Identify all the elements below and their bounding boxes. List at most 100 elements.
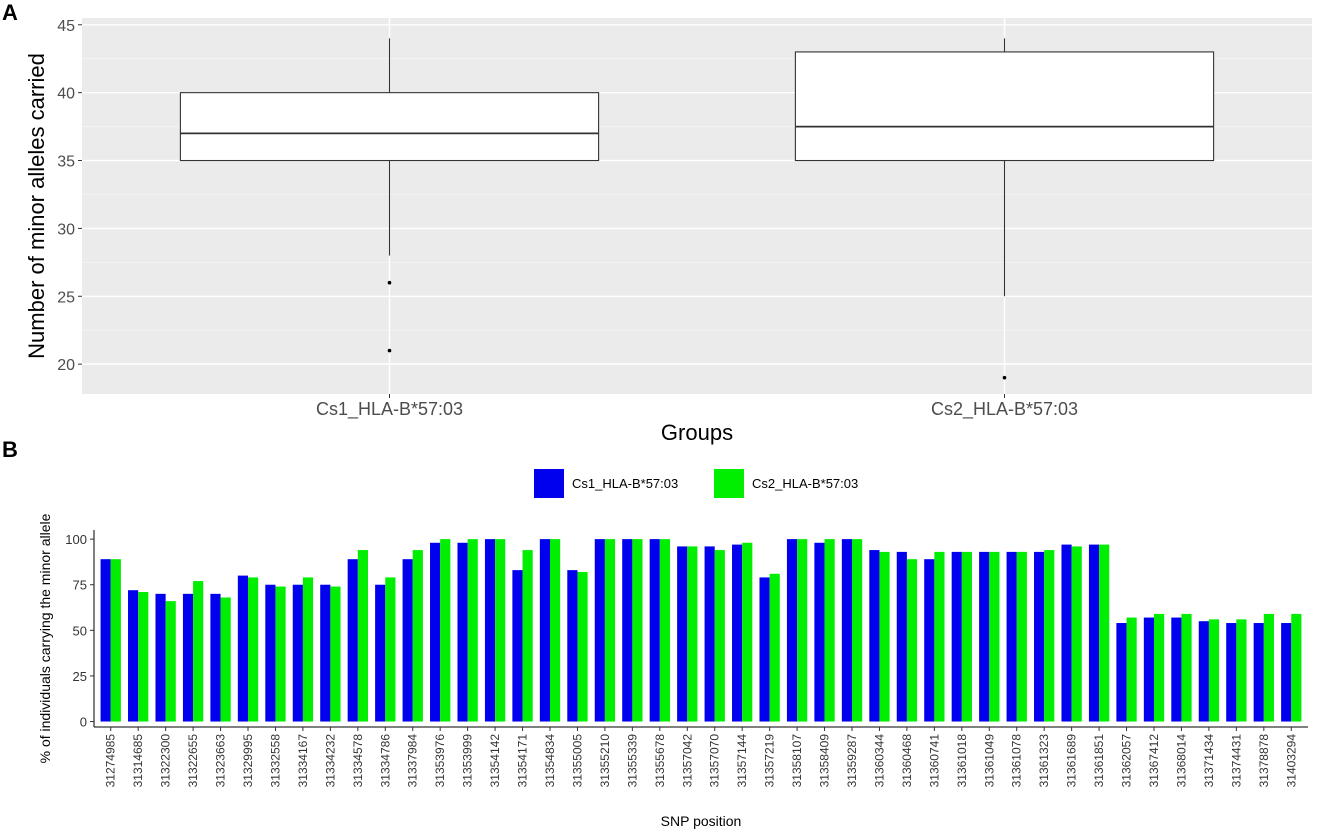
bar-cs1: [869, 550, 880, 722]
bar-cs2: [1016, 551, 1027, 722]
panel-b-letter: B: [2, 437, 18, 462]
bar-cs1: [841, 539, 852, 722]
bar-cs2: [220, 597, 231, 722]
bar-cs2: [989, 551, 1000, 722]
x-tick-label: 31361689: [1065, 734, 1079, 788]
x-tick-label: 31322655: [186, 734, 200, 788]
bar-cs2: [1126, 617, 1137, 722]
bar-cs2: [110, 559, 121, 722]
outlier-point: [1002, 375, 1007, 380]
x-tick-label: 31367412: [1147, 734, 1161, 788]
bar-cs1: [155, 593, 166, 722]
bar-cs1: [1061, 544, 1072, 722]
bar-cs2: [165, 601, 176, 722]
bar-cs1: [237, 575, 248, 722]
bar-cs2: [879, 551, 890, 722]
bar-cs1: [924, 559, 935, 722]
x-tick-label: 31361018: [955, 734, 969, 788]
bar-cs2: [714, 550, 725, 722]
x-tick-label: 31314685: [131, 734, 145, 788]
bar-cs2: [275, 586, 286, 722]
panel-a-y-ticks: 20 25 30 35 40 45: [57, 18, 82, 374]
bar-cs1: [430, 542, 441, 722]
bar-cs1: [786, 539, 798, 722]
bar-cs2: [1044, 550, 1055, 722]
x-tick-label: 31374431: [1229, 734, 1243, 788]
x-tick-label: Cs2_HLA-B*57:03: [931, 399, 1078, 420]
panel-b-bar-chart: Cs1_HLA-B*57:03 Cs2_HLA-B*57:03 0 25 50 75 10…: [37, 469, 1308, 829]
bar-cs2: [1099, 544, 1110, 722]
x-tick-label: 31334578: [351, 734, 365, 788]
x-tick-label: 31403294: [1284, 734, 1298, 788]
x-tick-label: 31360344: [872, 734, 886, 788]
bar-cs2: [1154, 613, 1165, 722]
x-tick-label: 31323663: [214, 734, 228, 788]
y-tick-label: 30: [57, 221, 75, 238]
panel-a-boxplot: 20 25 30 35 40 45 Cs1_HLA-B*57:03 Cs2_HLA-B*57…: [24, 18, 1312, 445]
bar-cs2: [1291, 613, 1302, 722]
outlier-point: [387, 348, 392, 353]
bar-cs2: [769, 573, 780, 722]
x-tick-label: 31329995: [241, 734, 255, 788]
bar-cs1: [1226, 623, 1237, 722]
bar-cs1: [457, 542, 468, 722]
x-tick-label: 31368014: [1174, 734, 1188, 788]
panel-b-y-ticks: 0 25 50 75 100: [65, 532, 94, 730]
panel-a-y-axis-title: Number of minor alleles carried: [24, 53, 49, 359]
bar-cs1: [814, 542, 825, 722]
x-tick-label: 31355005: [570, 734, 584, 788]
box: [179, 92, 600, 162]
bar-cs2: [330, 586, 341, 722]
bar-cs1: [484, 539, 496, 722]
bar-cs2: [852, 539, 863, 722]
bar-cs1: [182, 593, 194, 722]
x-tick-label: 31274985: [104, 734, 118, 788]
legend-swatch: [534, 469, 564, 498]
bar-cs1: [1088, 544, 1100, 722]
x-tick-label: 31354142: [488, 734, 502, 788]
x-tick-label: 31354171: [516, 734, 530, 788]
x-tick-label: 31361049: [982, 734, 996, 788]
bar-cs2: [495, 539, 506, 722]
bar-cs2: [522, 550, 533, 722]
panel-a-x-ticks: Cs1_HLA-B*57:03 Cs2_HLA-B*57:03: [316, 394, 1078, 420]
bar-cs1: [320, 584, 331, 722]
bar-cs1: [1006, 551, 1017, 722]
bar-cs2: [934, 551, 945, 722]
panel-b-bars: [100, 539, 1302, 722]
bar-cs2: [467, 539, 478, 722]
bar-cs2: [138, 592, 149, 722]
bar-cs1: [210, 593, 221, 722]
bar-cs1: [347, 559, 358, 722]
y-tick-label: 40: [57, 86, 75, 103]
bar-cs1: [677, 546, 688, 722]
bar-cs1: [896, 551, 907, 722]
bar-cs2: [687, 546, 698, 722]
x-tick-label: 31332558: [268, 734, 282, 788]
bar-cs2: [412, 550, 423, 722]
x-tick-label: 31361323: [1037, 734, 1051, 788]
x-tick-label: 31358409: [818, 734, 832, 788]
bar-cs2: [1208, 619, 1220, 722]
bar-cs1: [402, 559, 413, 722]
bar-cs1: [622, 539, 633, 722]
x-tick-label: 31337984: [406, 734, 420, 788]
bar-cs1: [759, 577, 770, 722]
x-tick-label: 31355210: [598, 734, 612, 788]
bar-cs1: [1143, 617, 1154, 722]
bar-cs1: [100, 559, 111, 722]
bar-cs2: [742, 542, 753, 722]
bar-cs1: [732, 544, 743, 722]
y-tick-label: 20: [57, 357, 75, 374]
panel-a-x-axis-title: Groups: [661, 420, 733, 445]
x-tick-label: 31355678: [653, 734, 667, 788]
bar-cs1: [539, 539, 550, 722]
bar-cs2: [1181, 613, 1192, 722]
bar-cs1: [979, 551, 990, 722]
bar-cs2: [632, 539, 643, 722]
bar-cs2: [1236, 619, 1247, 722]
legend-swatch: [714, 469, 744, 498]
x-tick-label: 31357070: [708, 734, 722, 788]
outlier-point: [387, 280, 392, 285]
box: [794, 51, 1215, 162]
